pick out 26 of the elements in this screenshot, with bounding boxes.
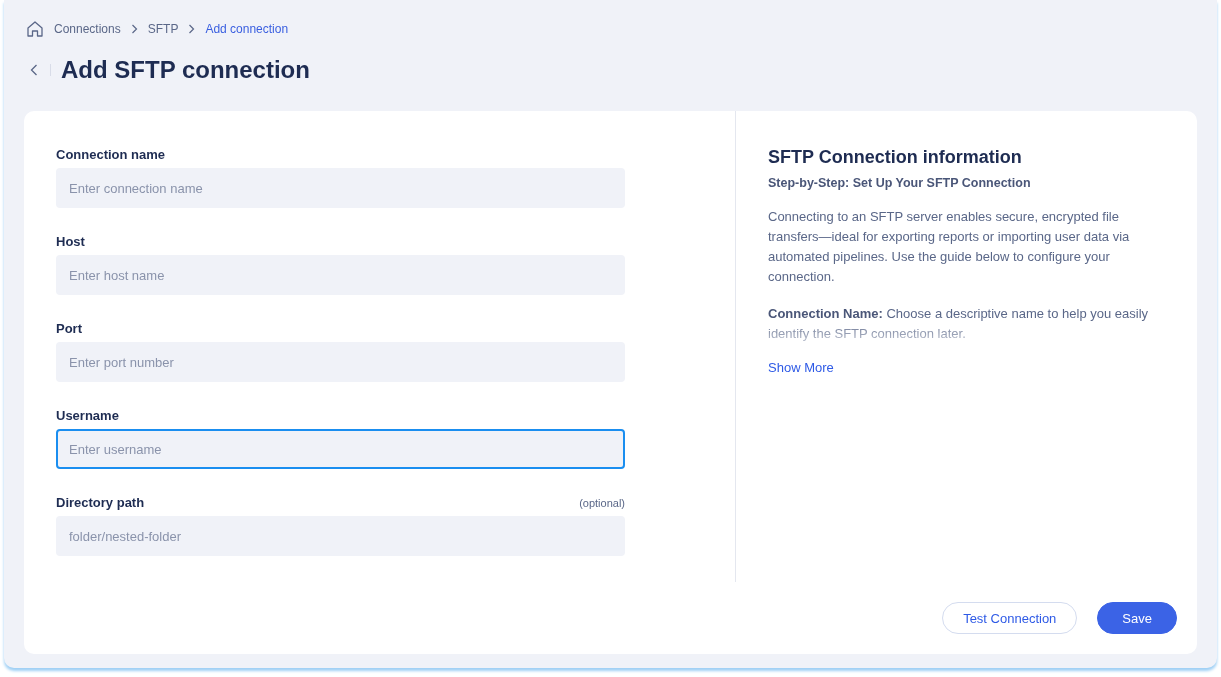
info-paragraph: Connection Name: Choose a descriptive name to help you easily identify the SFTP connection later. <box>768 305 1150 343</box>
input-field[interactable]: Enter connection name <box>56 168 625 208</box>
field-label: Username <box>56 408 119 423</box>
breadcrumb-link[interactable]: Connections <box>54 22 121 36</box>
home-icon[interactable] <box>26 20 44 38</box>
chevron-right-icon <box>130 24 138 34</box>
test-connection-button[interactable]: Test Connection <box>942 602 1078 634</box>
info-paragraph: Connecting to an SFTP server enables secure, encrypted file transfers—ideal for exporting reports or importing user data via automated pipelines. Use the guide below to configure your connection. <box>768 208 1131 286</box>
field-label: Connection name <box>56 147 166 162</box>
field-label: Directory path <box>56 495 145 510</box>
info-title: SFTP Connection information <box>768 147 1023 168</box>
field-label: Host <box>56 234 85 249</box>
breadcrumb-link[interactable]: Add connection <box>205 22 289 36</box>
chevron-right-icon <box>188 24 196 34</box>
input-field[interactable]: Enter host name <box>56 255 625 295</box>
info-subtitle: Step-by-Step: Set Up Your SFTP Connection <box>768 176 1032 190</box>
page-title: Add SFTP connection <box>61 56 310 84</box>
back-chevron-icon[interactable] <box>30 64 51 76</box>
save-button[interactable]: Save <box>1097 602 1177 634</box>
show-more-link[interactable]: Show More <box>768 360 834 375</box>
field-label: Port <box>56 321 82 336</box>
input-field[interactable]: Enter port number <box>56 342 625 382</box>
input-field[interactable]: Enter username <box>56 429 625 469</box>
breadcrumb-link[interactable]: SFTP <box>147 22 179 36</box>
input-field[interactable]: folder/nested-folder <box>56 516 625 556</box>
optional-note: (optional) <box>579 497 625 509</box>
